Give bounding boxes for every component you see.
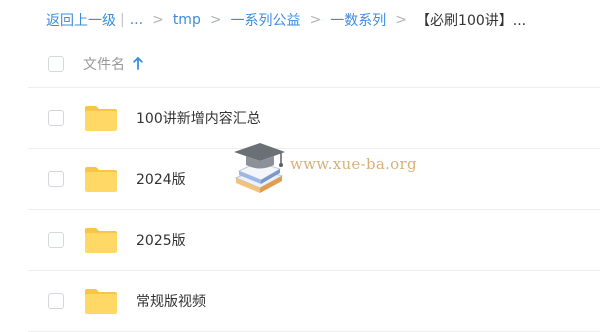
watermark-text: www.xue-ba.org bbox=[290, 155, 417, 173]
folder-icon bbox=[85, 228, 117, 253]
file-name[interactable]: 2024版 bbox=[136, 169, 186, 189]
file-row[interactable]: 常规版视频 bbox=[28, 271, 600, 332]
breadcrumb-item-public-series[interactable]: 一系列公益 bbox=[231, 10, 301, 30]
file-name[interactable]: 常规版视频 bbox=[136, 291, 206, 311]
file-row[interactable]: 2025版 bbox=[28, 210, 600, 271]
select-all-checkbox[interactable] bbox=[48, 55, 64, 72]
breadcrumb-separator: > bbox=[395, 12, 408, 28]
folder-icon bbox=[85, 167, 117, 192]
file-list-header: 文件名 bbox=[28, 40, 600, 88]
breadcrumb-separator: > bbox=[209, 12, 222, 28]
watermark: www.xue-ba.org bbox=[230, 138, 440, 198]
graduation-cap-icon bbox=[234, 143, 285, 193]
row-checkbox[interactable] bbox=[48, 171, 64, 187]
row-checkbox[interactable] bbox=[48, 293, 64, 309]
folder-icon bbox=[85, 289, 117, 314]
breadcrumb-separator: > bbox=[309, 12, 322, 28]
back-link[interactable]: 返回上一级 bbox=[46, 10, 116, 30]
row-checkbox[interactable] bbox=[48, 232, 64, 248]
arrow-up-icon[interactable] bbox=[133, 57, 143, 71]
breadcrumb: 返回上一级 | ... > tmp > 一系列公益 > 一数系列 > 【必刷10… bbox=[0, 0, 600, 40]
breadcrumb-current: 【必刷100讲】... bbox=[416, 13, 527, 29]
file-name[interactable]: 2025版 bbox=[136, 230, 186, 250]
breadcrumb-item-tmp[interactable]: tmp bbox=[173, 12, 201, 28]
breadcrumb-pipe: | bbox=[120, 12, 125, 28]
row-checkbox[interactable] bbox=[48, 110, 64, 126]
filename-column-header[interactable]: 文件名 bbox=[83, 54, 125, 74]
file-name[interactable]: 100讲新增内容汇总 bbox=[136, 108, 261, 128]
breadcrumb-item-math-series[interactable]: 一数系列 bbox=[330, 10, 386, 30]
breadcrumb-separator: > bbox=[152, 12, 164, 28]
folder-icon bbox=[85, 106, 117, 131]
breadcrumb-ellipsis[interactable]: ... bbox=[130, 12, 143, 28]
